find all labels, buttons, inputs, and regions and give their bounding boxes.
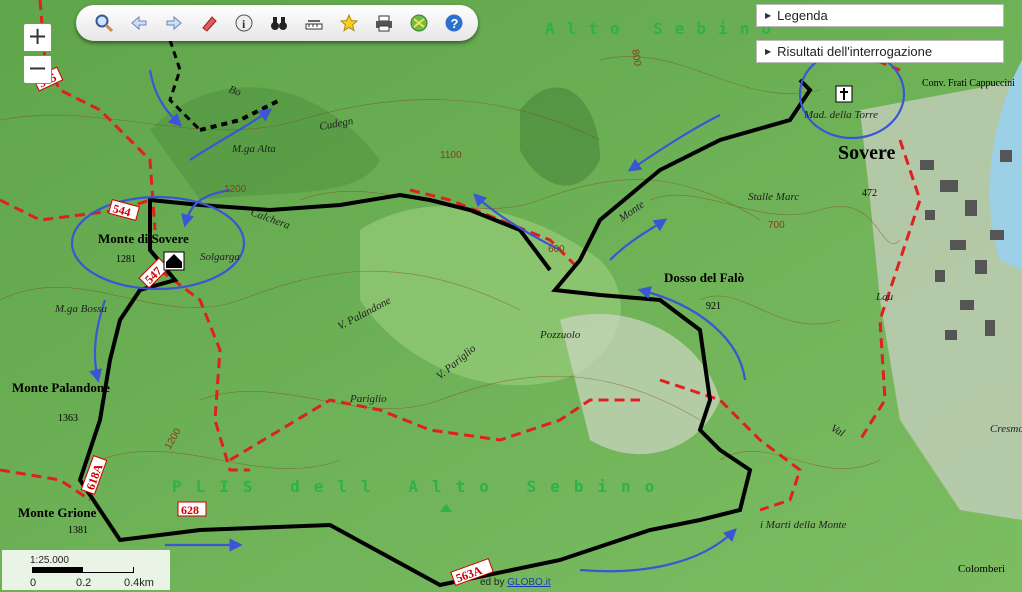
- legend-panel-toggle[interactable]: ▶ Legenda: [756, 4, 1004, 27]
- results-panel-toggle[interactable]: ▶ Risultati dell'interrogazione: [756, 40, 1004, 63]
- topographic-map[interactable]: PLIS dell Alto Sebino Alto Sebino Monte …: [0, 0, 1022, 592]
- results-label: Risultati dell'interrogazione: [777, 44, 933, 59]
- forward-arrow-icon[interactable]: [160, 10, 187, 37]
- measure-icon[interactable]: [300, 10, 327, 37]
- layers-icon[interactable]: [405, 10, 432, 37]
- contour-label: 600: [548, 244, 565, 255]
- park-label: PLIS dell Alto Sebino: [172, 477, 668, 496]
- place-lau: Lau: [875, 291, 894, 303]
- place-mga-bossa: M.ga Bossa: [54, 303, 107, 315]
- scale-bar: [32, 567, 134, 573]
- peak-monte-di-sovere: Monte di Sovere: [98, 231, 189, 246]
- zoom-in-button[interactable]: +: [23, 23, 52, 52]
- info-icon[interactable]: i: [230, 10, 257, 37]
- place-solgarga: Solgarga: [200, 251, 240, 263]
- elev-monte-palandone: 1363: [58, 413, 78, 424]
- legend-label: Legenda: [777, 8, 828, 23]
- svg-text:628: 628: [181, 503, 199, 517]
- trail-badge-628: 628: [177, 501, 207, 517]
- place-mga-alta: M.ga Alta: [231, 143, 276, 155]
- town-sovere: Sovere: [838, 142, 896, 164]
- place-colomberi: Colomberi: [958, 563, 1005, 575]
- scale-bar-widget: 1:25.000 0 0.2 0.4km: [2, 550, 170, 590]
- elev-dosso-del-falo: 921: [706, 301, 721, 312]
- place-mad-della-torre: Mad. della Torre: [803, 109, 878, 121]
- contour-label: 1200: [224, 184, 247, 195]
- back-arrow-icon[interactable]: [125, 10, 152, 37]
- eraser-icon[interactable]: [195, 10, 222, 37]
- scale-tick: 0.4km: [124, 577, 154, 589]
- map-toolbar: i ?: [76, 5, 478, 41]
- place-marti: i Marti della Monte: [760, 519, 847, 531]
- help-icon[interactable]: ?: [440, 10, 467, 37]
- peak-monte-palandone: Monte Palandone: [12, 380, 110, 395]
- credit-link[interactable]: GLOBO.it: [507, 577, 550, 588]
- place-pariglio: Pariglio: [349, 393, 387, 405]
- elev-monte-grione: 1381: [68, 525, 88, 536]
- place-cresmo: Cresmo: [990, 423, 1022, 435]
- peak-monte-grione: Monte Grione: [18, 505, 97, 520]
- expand-triangle-icon: ▶: [765, 11, 772, 20]
- scale-ratio: 1:25.000: [30, 555, 69, 566]
- place-pozzuolo: Pozzuolo: [539, 329, 581, 341]
- scale-tick: 0: [30, 577, 37, 589]
- map-credit: ed by GLOBO.it: [480, 577, 551, 588]
- contour-label: 1100: [440, 150, 462, 161]
- binoculars-icon[interactable]: [265, 10, 292, 37]
- church-icon[interactable]: [835, 85, 853, 103]
- rifugio-icon[interactable]: [163, 251, 185, 271]
- star-icon[interactable]: [335, 10, 362, 37]
- credit-prefix: ed by: [480, 577, 505, 588]
- zoom-search-icon[interactable]: [90, 10, 117, 37]
- zoom-out-button[interactable]: −: [23, 55, 52, 84]
- town-elev: 472: [862, 188, 877, 199]
- region-label: Alto Sebino: [545, 19, 783, 38]
- svg-text:?: ?: [450, 16, 458, 31]
- expand-triangle-icon: ▶: [765, 47, 772, 56]
- print-icon[interactable]: [370, 10, 397, 37]
- place-stalle-marc: Stalle Marc: [748, 191, 799, 203]
- scale-tick: 0.2: [76, 577, 92, 589]
- elev-monte-di-sovere: 1281: [116, 254, 136, 265]
- peak-dosso-del-falo: Dosso del Falò: [664, 270, 744, 285]
- place-convento: Conv. Frati Cappuccini: [922, 78, 1015, 89]
- contour-label: 700: [768, 220, 785, 231]
